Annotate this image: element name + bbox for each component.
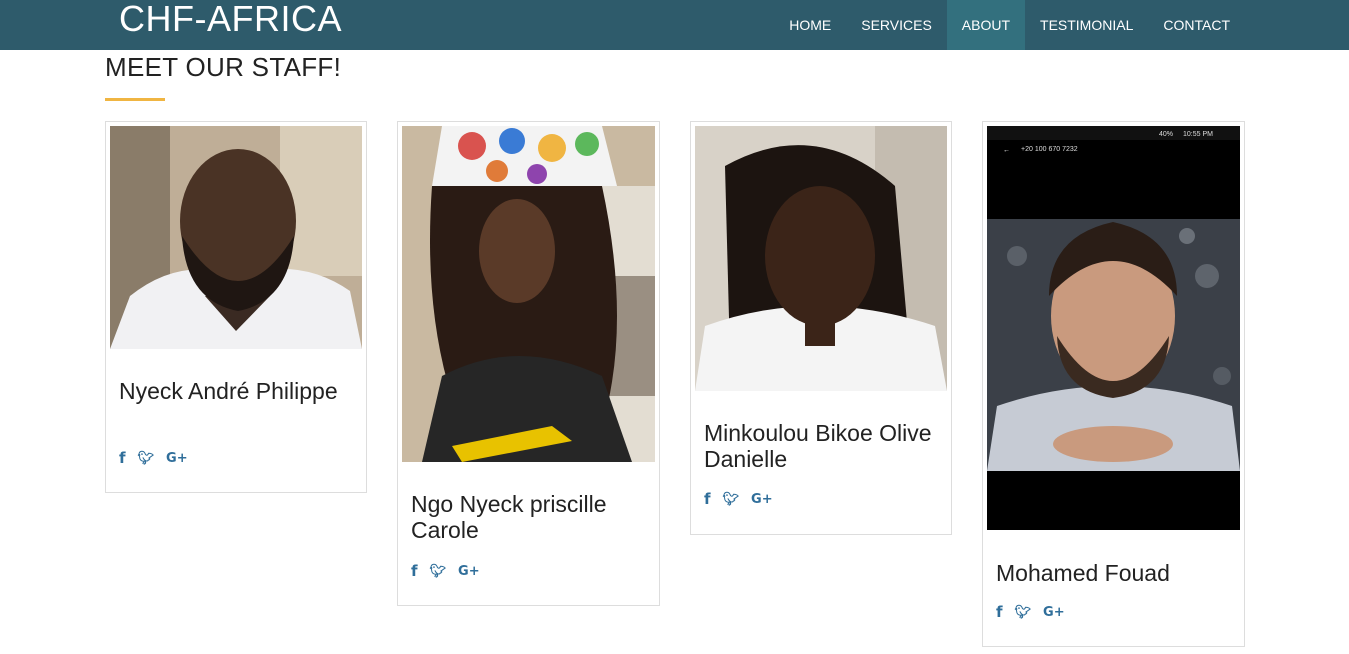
staff-card: ← +20 100 670 7232 10:55 PM 40% Mohamed … (982, 121, 1245, 647)
nav-home[interactable]: HOME (774, 0, 846, 50)
top-navbar: CHF-AFRICA HOME SERVICES ABOUT TESTIMONI… (0, 0, 1349, 50)
facebook-icon[interactable]: f (411, 562, 418, 580)
twitter-icon[interactable]: 🐦︎ (138, 451, 155, 466)
twitter-icon[interactable]: 🐦︎ (1015, 605, 1032, 620)
phone-time-text: 10:55 PM (1183, 131, 1213, 138)
phone-number-text: +20 100 670 7232 (1021, 146, 1078, 153)
staff-photo (110, 126, 362, 349)
social-links: f 🐦︎ G+ (996, 603, 1065, 621)
staff-photo (695, 126, 947, 391)
facebook-icon[interactable]: f (704, 490, 711, 508)
nav-testimonial[interactable]: TESTIMONIAL (1025, 0, 1148, 50)
svg-text:←: ← (1003, 147, 1010, 154)
staff-card: Minkoulou Bikoe Olive Danielle f 🐦︎ G+ (690, 121, 952, 535)
section-title: MEET OUR STAFF! (105, 52, 342, 82)
google-plus-icon[interactable]: G+ (166, 451, 188, 466)
nav-services[interactable]: SERVICES (846, 0, 947, 50)
staff-name: Nyeck André Philippe (119, 378, 338, 404)
nav-contact[interactable]: CONTACT (1148, 0, 1245, 50)
google-plus-icon[interactable]: G+ (751, 492, 773, 507)
social-links: f 🐦︎ G+ (704, 490, 773, 508)
social-links: f 🐦︎ G+ (119, 449, 188, 467)
title-underline (105, 98, 165, 101)
twitter-icon[interactable]: 🐦︎ (430, 564, 447, 579)
staff-name: Minkoulou Bikoe Olive Danielle (704, 420, 932, 472)
staff-card: Nyeck André Philippe f 🐦︎ G+ (105, 121, 367, 493)
brand-logo[interactable]: CHF-AFRICA (119, 0, 342, 40)
facebook-icon[interactable]: f (996, 603, 1003, 621)
phone-battery-text: 40% (1159, 131, 1173, 138)
staff-photo: ← +20 100 670 7232 10:55 PM 40% (987, 126, 1240, 530)
google-plus-icon[interactable]: G+ (1043, 605, 1065, 620)
staff-name: Mohamed Fouad (996, 560, 1170, 586)
social-links: f 🐦︎ G+ (411, 562, 480, 580)
facebook-icon[interactable]: f (119, 449, 126, 467)
google-plus-icon[interactable]: G+ (458, 564, 480, 579)
staff-card: Ngo Nyeck priscille Carole f 🐦︎ G+ (397, 121, 660, 606)
main-nav: HOME SERVICES ABOUT TESTIMONIAL CONTACT (774, 0, 1245, 50)
staff-photo (402, 126, 655, 462)
twitter-icon[interactable]: 🐦︎ (723, 492, 740, 507)
nav-about[interactable]: ABOUT (946, 0, 1026, 50)
staff-name: Ngo Nyeck priscille Carole (411, 491, 607, 543)
